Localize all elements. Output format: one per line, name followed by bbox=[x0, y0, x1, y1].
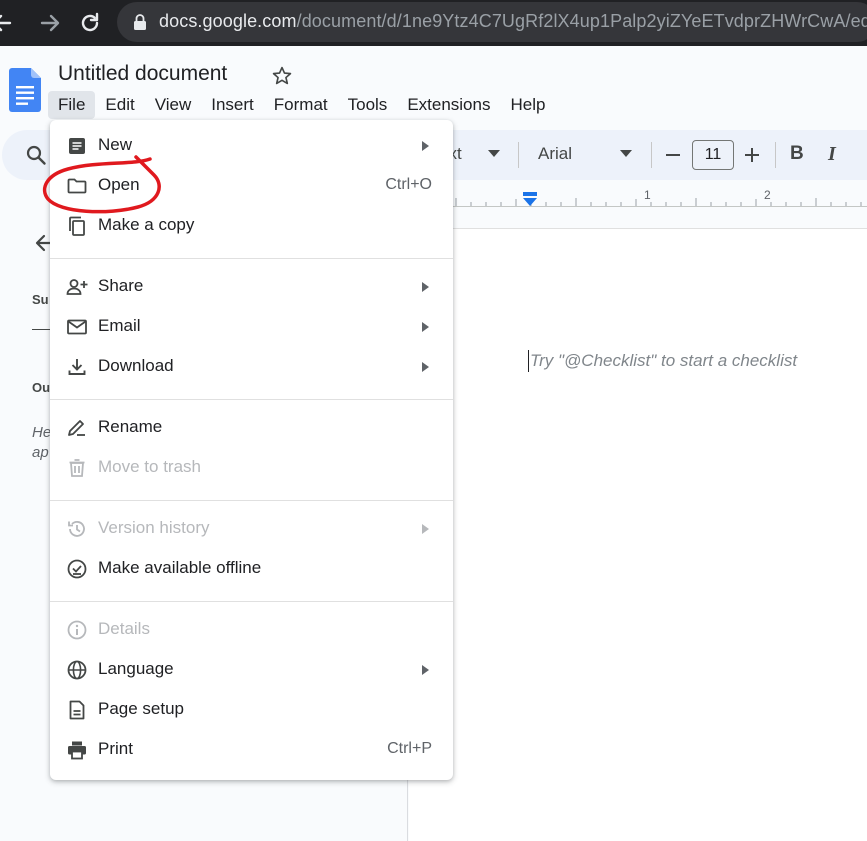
file-menu-download[interactable]: Download bbox=[50, 348, 453, 388]
copy-icon bbox=[69, 216, 85, 236]
submenu-arrow-icon bbox=[422, 362, 429, 372]
download-icon bbox=[68, 359, 86, 375]
page-setup-icon bbox=[69, 700, 85, 720]
file-menu-email[interactable]: Email bbox=[50, 308, 453, 348]
reload-button[interactable] bbox=[76, 9, 104, 37]
globe-icon bbox=[67, 660, 87, 680]
summary-divider bbox=[32, 329, 50, 330]
horizontal-ruler[interactable]: 1 2 bbox=[452, 188, 867, 210]
toolbar-divider bbox=[651, 142, 652, 168]
file-menu-make-copy[interactable]: Make a copy bbox=[50, 207, 453, 247]
back-button[interactable] bbox=[0, 9, 16, 37]
submenu-arrow-icon bbox=[422, 322, 429, 332]
outline-hint-line1: He bbox=[32, 424, 52, 441]
font-size-input[interactable]: 11 bbox=[692, 140, 734, 170]
file-menu-open[interactable]: Open Ctrl+O bbox=[50, 167, 453, 207]
ruler-mark-2: 2 bbox=[764, 188, 771, 202]
increase-font-size-icon[interactable] bbox=[744, 144, 760, 166]
history-icon bbox=[68, 521, 85, 537]
star-icon[interactable] bbox=[271, 65, 293, 87]
menu-insert[interactable]: Insert bbox=[201, 91, 264, 119]
document-page[interactable]: Try "@Checklist" to start a checklist bbox=[409, 228, 867, 841]
info-icon bbox=[67, 620, 87, 640]
menu-file[interactable]: File bbox=[48, 91, 96, 119]
submenu-arrow-icon bbox=[422, 282, 429, 292]
doc-icon bbox=[69, 138, 85, 154]
arrow-left-icon bbox=[0, 14, 12, 32]
toolbar-divider bbox=[518, 142, 519, 168]
outline-hint-line2: ap bbox=[32, 444, 49, 461]
menu-bar: File Edit View Insert Format Tools Exten… bbox=[48, 91, 555, 119]
lock-icon bbox=[134, 14, 146, 30]
docs-header: Untitled document File Edit View Insert … bbox=[0, 46, 867, 130]
menu-separator bbox=[50, 601, 453, 602]
file-menu-language[interactable]: Language bbox=[50, 651, 453, 691]
file-menu-page-setup[interactable]: Page setup bbox=[50, 691, 453, 731]
person-add-icon bbox=[66, 279, 88, 295]
file-menu-dropdown: New Open Ctrl+O Make a copy Share Email … bbox=[50, 120, 453, 780]
file-menu-share[interactable]: Share bbox=[50, 268, 453, 308]
file-menu-new[interactable]: New bbox=[50, 127, 453, 167]
url-text: docs.google.com/document/d/1ne9Ytz4C7UgR… bbox=[159, 11, 867, 31]
search-icon[interactable] bbox=[25, 144, 47, 166]
trash-icon bbox=[69, 459, 85, 477]
folder-icon bbox=[67, 178, 87, 194]
ruler-mark-1: 1 bbox=[644, 188, 651, 202]
ruler-baseline bbox=[452, 206, 867, 207]
reload-icon bbox=[81, 12, 99, 32]
docs-logo-icon[interactable] bbox=[9, 68, 41, 112]
menu-tools[interactable]: Tools bbox=[338, 91, 398, 119]
bold-button[interactable]: B bbox=[790, 143, 804, 165]
file-menu-version-history[interactable]: Version history bbox=[50, 510, 453, 550]
checklist-placeholder: Try "@Checklist" to start a checklist bbox=[530, 351, 798, 370]
font-dropdown[interactable]: Arial bbox=[538, 144, 572, 164]
decrease-font-size-icon[interactable] bbox=[666, 154, 680, 156]
menu-separator bbox=[50, 500, 453, 501]
font-caret-icon[interactable] bbox=[620, 150, 632, 157]
file-menu-print[interactable]: Print Ctrl+P bbox=[50, 731, 453, 771]
menu-edit[interactable]: Edit bbox=[95, 91, 144, 119]
menu-help[interactable]: Help bbox=[500, 91, 555, 119]
document-title[interactable]: Untitled document bbox=[58, 62, 227, 86]
menu-extensions[interactable]: Extensions bbox=[397, 91, 500, 119]
file-menu-rename[interactable]: Rename bbox=[50, 409, 453, 449]
open-shortcut: Ctrl+O bbox=[385, 176, 432, 193]
summary-label: Su bbox=[32, 292, 49, 307]
submenu-arrow-icon bbox=[422, 141, 429, 151]
file-menu-details[interactable]: Details bbox=[50, 611, 453, 651]
menu-view[interactable]: View bbox=[145, 91, 202, 119]
submenu-arrow-icon bbox=[422, 665, 429, 675]
print-shortcut: Ctrl+P bbox=[387, 740, 432, 757]
style-caret-icon[interactable] bbox=[488, 150, 500, 157]
menu-separator bbox=[50, 258, 453, 259]
rename-icon bbox=[68, 420, 85, 436]
file-menu-move-to-trash[interactable]: Move to trash bbox=[50, 449, 453, 489]
file-menu-make-offline[interactable]: Make available offline bbox=[50, 550, 453, 590]
browser-toolbar: docs.google.com/document/d/1ne9Ytz4C7UgR… bbox=[0, 0, 867, 46]
text-cursor bbox=[528, 350, 529, 372]
menu-format[interactable]: Format bbox=[264, 91, 338, 119]
toolbar-divider bbox=[775, 142, 776, 168]
arrow-right-icon bbox=[40, 14, 60, 32]
address-bar[interactable]: docs.google.com/document/d/1ne9Ytz4C7UgR… bbox=[117, 2, 867, 42]
forward-button[interactable] bbox=[36, 9, 64, 37]
mail-icon bbox=[67, 319, 87, 335]
outline-label: Ou bbox=[32, 380, 51, 395]
indent-marker-icon[interactable] bbox=[522, 192, 538, 206]
italic-button[interactable]: I bbox=[828, 143, 836, 166]
submenu-arrow-icon bbox=[422, 524, 429, 534]
print-icon bbox=[68, 741, 86, 760]
offline-icon bbox=[67, 559, 87, 579]
menu-separator bbox=[50, 399, 453, 400]
